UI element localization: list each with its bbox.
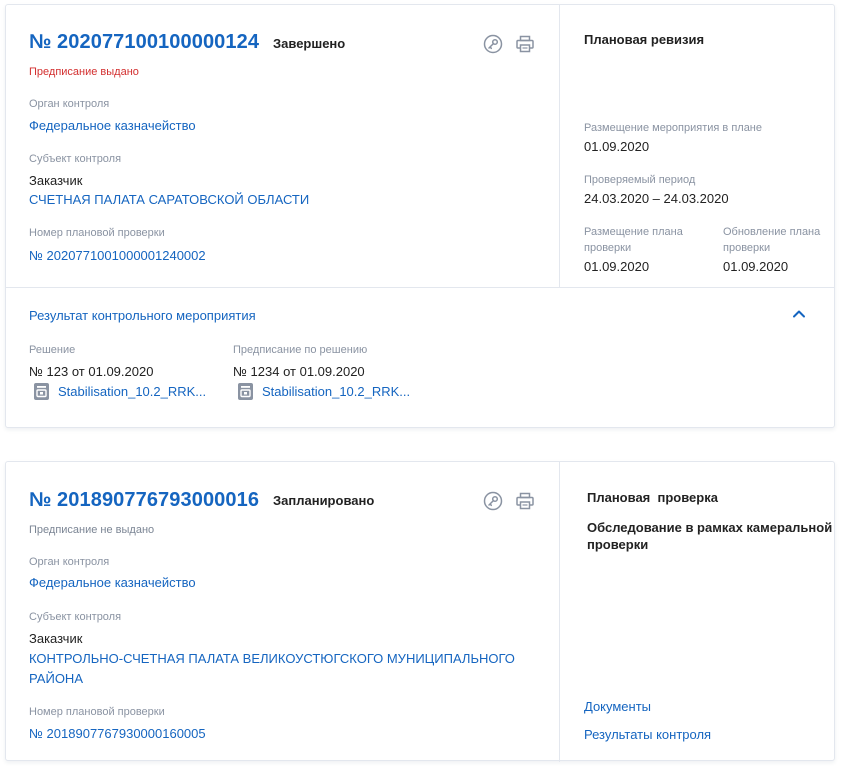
decision-file-link[interactable]: Stabilisation_10.2_RRK... xyxy=(58,384,206,399)
subject-label: Субъект контроля xyxy=(29,153,122,165)
subject-label: Субъект контроля xyxy=(29,611,122,623)
plan-number-label: Номер плановой проверки xyxy=(29,706,165,718)
control-body-link[interactable]: Федеральное казначейство xyxy=(29,575,196,590)
card-side: Плановая ревизия Размещение мероприятия … xyxy=(559,5,834,288)
plan-update-label: Обновление плана xyxy=(723,226,821,238)
archive-file-icon xyxy=(34,383,49,400)
decision-label: Решение xyxy=(29,344,76,356)
card-side: Плановая проверка Обследование в рамках … xyxy=(559,462,834,762)
period-label: Проверяемый период xyxy=(584,174,696,186)
order-file-link[interactable]: Stabilisation_10.2_RRK... xyxy=(262,384,410,399)
chevron-up-icon[interactable] xyxy=(789,304,809,324)
key-icon[interactable] xyxy=(483,34,503,54)
inspection-number[interactable]: № 202077100100000124 xyxy=(29,31,259,54)
inspection-number[interactable]: № 201890776793000016 xyxy=(29,489,259,512)
plan-number-link[interactable]: № 2020771001000001240002 xyxy=(29,248,206,263)
order-value: № 1234 от 01.09.2020 xyxy=(233,364,365,379)
plan-placement-label-2: проверки xyxy=(584,242,632,254)
plan-placement-label: Размещение плана xyxy=(584,226,683,238)
inspection-type: Плановая ревизия xyxy=(584,32,705,47)
status-badge: Запланировано xyxy=(273,493,375,508)
plan-placement-date: 01.09.2020 xyxy=(584,259,650,274)
control-body-link[interactable]: Федеральное казначейство xyxy=(29,118,196,133)
period-value: 24.03.2020 – 24.03.2020 xyxy=(584,191,729,206)
archive-file-icon xyxy=(238,383,253,400)
inspection-subtype: Обследование в рамках камеральной xyxy=(587,520,833,535)
plan-number-link[interactable]: № 2018907767930000160005 xyxy=(29,726,206,741)
placement-label: Размещение мероприятия в плане xyxy=(584,122,762,134)
inspection-card: № 202077100100000124 Завершено Предписан… xyxy=(5,4,835,428)
subject-role: Заказчик xyxy=(29,173,83,188)
control-results-link[interactable]: Результаты контроля xyxy=(584,727,711,742)
subject-link[interactable]: СЧЕТНАЯ ПАЛАТА САРАТОВСКОЙ ОБЛАСТИ xyxy=(29,192,309,207)
print-icon[interactable] xyxy=(515,491,535,511)
subject-link[interactable]: КОНТРОЛЬНО-СЧЕТНАЯ ПАЛАТА ВЕЛИКОУСТЮГСКО… xyxy=(29,651,515,666)
control-body-label: Орган контроля xyxy=(29,556,110,568)
order-file[interactable]: Stabilisation_10.2_RRK... xyxy=(237,382,410,401)
divider xyxy=(6,287,834,288)
plan-update-label-2: проверки xyxy=(723,242,771,254)
plan-update-date: 01.09.2020 xyxy=(723,259,789,274)
placement-date: 01.09.2020 xyxy=(584,139,650,154)
decision-value: № 123 от 01.09.2020 xyxy=(29,364,154,379)
documents-link[interactable]: Документы xyxy=(584,699,651,714)
prescription-status: Предписание не выдано xyxy=(29,524,155,536)
inspection-card: № 201890776793000016 Запланировано Предп… xyxy=(5,461,835,762)
print-icon[interactable] xyxy=(515,34,535,54)
card-main: № 201890776793000016 Запланировано Предп… xyxy=(6,462,559,762)
plan-number-label: Номер плановой проверки xyxy=(29,227,165,239)
inspection-subtype-line2: проверки xyxy=(587,537,649,552)
decision-file[interactable]: Stabilisation_10.2_RRK... xyxy=(33,382,206,401)
inspection-type: Плановая проверка xyxy=(587,490,718,505)
subject-link-line2[interactable]: РАЙОНА xyxy=(29,671,83,686)
order-label: Предписание по решению xyxy=(233,344,368,356)
key-icon[interactable] xyxy=(483,491,503,511)
control-body-label: Орган контроля xyxy=(29,98,110,110)
card-main: № 202077100100000124 Завершено Предписан… xyxy=(6,5,559,288)
subject-role: Заказчик xyxy=(29,631,83,646)
status-badge: Завершено xyxy=(273,36,346,51)
prescription-status: Предписание выдано xyxy=(29,66,139,78)
result-section-toggle[interactable]: Результат контрольного мероприятия xyxy=(29,308,256,323)
